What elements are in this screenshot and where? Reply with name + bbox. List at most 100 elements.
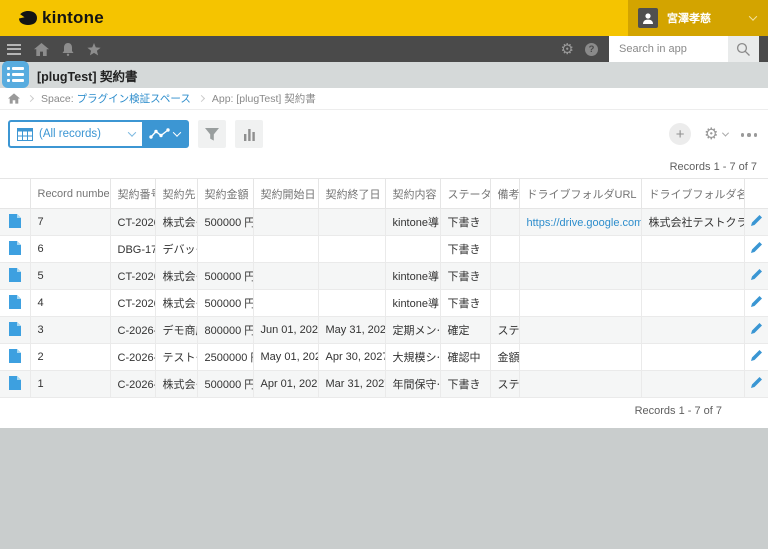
app-search	[609, 36, 759, 62]
column-header-status[interactable]: ステータス	[440, 179, 490, 209]
record-link-cell[interactable]	[0, 290, 30, 317]
favorites-star-icon[interactable]	[87, 43, 101, 56]
cell-contract-start-date: Jun 01, 2026	[253, 317, 318, 344]
home-icon[interactable]	[34, 43, 49, 56]
filter-button[interactable]	[198, 120, 226, 148]
filter-funnel-icon	[204, 127, 220, 142]
user-menu[interactable]: 宮澤孝慈	[628, 0, 768, 36]
cell-remarks	[490, 290, 519, 317]
breadcrumb-separator-icon	[27, 95, 34, 102]
cell-contract-amount: 500000 円	[197, 290, 253, 317]
pencil-icon	[750, 322, 763, 335]
cell-record-number: 4	[30, 290, 110, 317]
column-header-record-number[interactable]: Record number	[30, 179, 110, 209]
cell-contract-end-date: Apr 30, 2027	[318, 344, 385, 371]
more-options-button[interactable]	[741, 131, 758, 137]
edit-record-button[interactable]	[744, 371, 768, 398]
table-row: 4 CT-2026-⋯ 株式会⋯ 500000 円 kintone導⋯ 下書き	[0, 290, 768, 317]
cell-drive-folder-name	[641, 371, 744, 398]
column-header-remarks[interactable]: 備考	[490, 179, 519, 209]
app-settings-button[interactable]: ⚙	[704, 126, 727, 142]
cell-remarks	[490, 236, 519, 263]
edit-record-button[interactable]	[744, 317, 768, 344]
cell-contract-start-date: Apr 01, 2026	[253, 371, 318, 398]
pencil-icon	[750, 376, 763, 389]
chevron-down-icon	[128, 128, 136, 136]
breadcrumb-home-icon[interactable]	[8, 93, 20, 104]
column-header-contract-number[interactable]: 契約番号	[110, 179, 155, 209]
column-header-drive-folder-url[interactable]: ドライブフォルダURL	[519, 179, 641, 209]
record-link-cell[interactable]	[0, 236, 30, 263]
view-select-dropdown[interactable]: (All records)	[10, 122, 142, 146]
chart-button[interactable]	[235, 120, 263, 148]
cell-contract-number: C-2026-0⋯	[110, 371, 155, 398]
document-icon	[9, 376, 21, 390]
cell-record-number: 5	[30, 263, 110, 290]
record-link-cell[interactable]	[0, 263, 30, 290]
cell-contract-party: テスト⋯	[155, 344, 197, 371]
cell-contract-number: C-2026-0⋯	[110, 344, 155, 371]
column-header-contract-content[interactable]: 契約内容	[385, 179, 440, 209]
cell-contract-end-date	[318, 263, 385, 290]
cell-contract-party: デモ商店	[155, 317, 197, 344]
cell-contract-content: 年間保守⋯	[385, 371, 440, 398]
edit-record-button[interactable]	[744, 290, 768, 317]
column-header-contract-amount[interactable]: 契約金額	[197, 179, 253, 209]
table-row: 7 CT-2026-⋯ 株式会⋯ 500000 円 kintone導⋯ 下書き …	[0, 209, 768, 236]
record-link-cell[interactable]	[0, 209, 30, 236]
cell-contract-start-date	[253, 290, 318, 317]
record-link-cell[interactable]	[0, 344, 30, 371]
edit-record-button[interactable]	[744, 263, 768, 290]
record-link-cell[interactable]	[0, 317, 30, 344]
edit-record-button[interactable]	[744, 209, 768, 236]
edit-record-button[interactable]	[744, 344, 768, 371]
help-icon[interactable]: ?	[585, 43, 598, 56]
bar-chart-icon	[243, 128, 256, 141]
kintone-logo[interactable]: kintone	[0, 8, 104, 28]
hamburger-menu-icon[interactable]	[7, 44, 21, 55]
cell-contract-content: kintone導⋯	[385, 263, 440, 290]
cell-record-number: 2	[30, 344, 110, 371]
chevron-down-icon	[749, 12, 757, 20]
view-selector: (All records)	[8, 120, 189, 148]
cell-status: 下書き	[440, 371, 490, 398]
notifications-bell-icon[interactable]	[62, 43, 74, 56]
column-header-contract-end-date[interactable]: 契約終了日	[318, 179, 385, 209]
records-count-bottom: Records 1 - 7 of 7	[0, 398, 768, 428]
toolbar-left-icons	[0, 43, 101, 56]
column-header-drive-folder-name[interactable]: ドライブフォルダ名	[641, 179, 744, 209]
app-list-icon[interactable]	[2, 61, 29, 88]
pencil-icon	[750, 268, 763, 281]
settings-gear-icon[interactable]: ⚙	[561, 42, 574, 57]
records-count-top: Records 1 - 7 of 7	[0, 148, 768, 178]
global-toolbar: ⚙ ?	[0, 36, 768, 62]
table-header-row: Record number 契約番号 契約先 契約金額 契約開始日 契約終了日 …	[0, 179, 768, 209]
chart-view-toggle[interactable]	[142, 122, 187, 146]
dot-icon	[741, 133, 745, 137]
table-row: 2 C-2026-0⋯ テスト⋯ 2500000 円 May 01, 2026 …	[0, 344, 768, 371]
cell-contract-content: 定期メン⋯	[385, 317, 440, 344]
cell-status: 下書き	[440, 209, 490, 236]
cell-status: 下書き	[440, 290, 490, 317]
cell-drive-folder-url[interactable]: https://drive.google.com/⋯	[519, 209, 641, 236]
column-header-contract-start-date[interactable]: 契約開始日	[253, 179, 318, 209]
cell-remarks: ステ⋯	[490, 371, 519, 398]
search-button[interactable]	[728, 36, 759, 62]
document-icon	[9, 268, 21, 282]
cell-contract-party: 株式会⋯	[155, 263, 197, 290]
view-toolbar-right: + ⚙	[669, 123, 760, 145]
breadcrumb-space-link[interactable]: プラグイン検証スペース	[77, 93, 191, 105]
cell-contract-amount: 2500000 円	[197, 344, 253, 371]
cell-contract-amount: 500000 円	[197, 209, 253, 236]
add-record-button[interactable]: +	[669, 123, 691, 145]
column-header-contract-party[interactable]: 契約先	[155, 179, 197, 209]
cell-contract-content: kintone導⋯	[385, 209, 440, 236]
pencil-icon	[750, 214, 763, 227]
search-input[interactable]	[609, 36, 728, 62]
record-link-cell[interactable]	[0, 371, 30, 398]
edit-record-button[interactable]	[744, 236, 768, 263]
person-icon	[641, 11, 655, 25]
breadcrumb-space-label: Space:	[41, 93, 74, 105]
cell-remarks	[490, 209, 519, 236]
document-icon	[9, 214, 21, 228]
